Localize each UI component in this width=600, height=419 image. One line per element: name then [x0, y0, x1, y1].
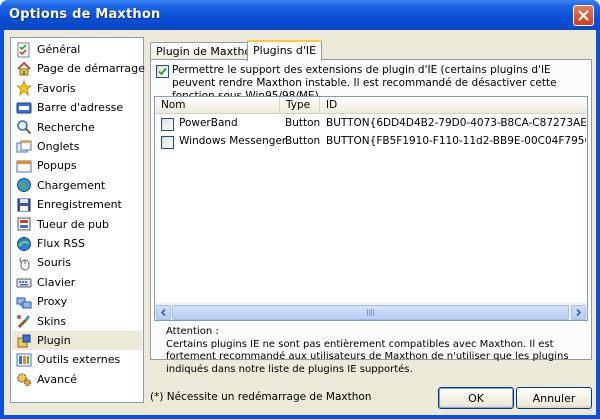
sidebar-item-tabs[interactable]: Onglets — [12, 137, 142, 156]
popup-icon — [16, 160, 32, 173]
sidebar-item-keyboard[interactable]: Clavier — [12, 273, 142, 292]
save-icon — [17, 198, 31, 212]
plugin-type: Button — [285, 135, 321, 147]
options-window: Options de Maxthon Général Page de démar… — [0, 0, 600, 419]
gears-icon — [17, 373, 32, 387]
sidebar-item-saving[interactable]: Enregistrement — [12, 195, 142, 214]
close-icon — [578, 10, 589, 21]
sidebar-item-label: Onglets — [37, 140, 80, 153]
plugin-type: Button — [285, 117, 321, 129]
rss-icon — [17, 236, 31, 251]
sidebar-item-favorites[interactable]: Favoris — [12, 79, 142, 98]
sidebar-item-advanced[interactable]: Avancé — [12, 370, 142, 389]
sidebar-item-plugin[interactable]: Plugin — [12, 331, 142, 350]
mouse-icon — [19, 257, 30, 271]
grip-icon — [366, 309, 375, 316]
column-header-name[interactable]: Nom — [155, 97, 280, 114]
list-header: Nom Type ID — [155, 97, 587, 114]
column-header-id[interactable]: ID — [320, 97, 587, 114]
sidebar-item-label: Skins — [37, 314, 67, 328]
arrow-left-icon — [160, 309, 166, 316]
plugin-id: BUTTON{FB5F1910-F110-11d2-BB9E-00C04F795… — [326, 135, 586, 147]
sidebar-item-label: Plugin — [37, 334, 71, 347]
close-button[interactable] — [573, 5, 594, 26]
sidebar-item-label: Avancé — [37, 372, 77, 386]
ie-plugin-support-checkbox[interactable] — [156, 65, 169, 78]
ie-plugin-list[interactable]: Nom Type ID PowerBand Button BUTTON{6DD4… — [154, 96, 588, 321]
checklist-icon — [17, 42, 30, 57]
scroll-thumb[interactable] — [172, 305, 569, 320]
title-bar[interactable]: Options de Maxthon — [0, 0, 600, 30]
sidebar-item-loading[interactable]: Chargement — [12, 176, 142, 195]
sidebar-item-label: Chargement — [37, 178, 106, 192]
sidebar-item-label: Enregistrement — [37, 198, 122, 212]
window-title: Options de Maxthon — [9, 7, 161, 22]
restart-footnote: (*) Nécessite un redémarrage de Maxthon — [150, 391, 372, 403]
sidebar-item-startup-page[interactable]: Page de démarrage — [12, 59, 145, 78]
home-icon — [17, 61, 31, 76]
sidebar-item-label: Général — [37, 43, 81, 56]
skins-icon — [17, 315, 30, 329]
sidebar-item-label: Proxy — [37, 295, 68, 309]
tools-icon — [16, 353, 32, 367]
sidebar-item-rss[interactable]: Flux RSS — [12, 234, 142, 253]
sidebar-item-label: Outils externes — [37, 353, 121, 367]
plugin-enable-checkbox[interactable] — [161, 118, 174, 131]
sidebar-item-external-tools[interactable]: Outils externes — [12, 350, 142, 369]
plugin-icon — [17, 334, 31, 347]
ie-plugins-panel: Permettre le support des extensions de p… — [150, 59, 592, 375]
tabs-icon — [16, 140, 32, 152]
scroll-left-button[interactable] — [156, 305, 171, 320]
globe-icon — [17, 178, 31, 193]
proxy-icon — [16, 297, 32, 309]
horizontal-scrollbar[interactable] — [155, 303, 587, 320]
tab-ie-plugins[interactable]: Plugins d'IE — [247, 40, 323, 61]
sidebar-item-label: Barre d'adresse — [37, 101, 124, 115]
sidebar-item-ad-hunter[interactable]: Tueur de pub — [12, 215, 142, 234]
ok-button[interactable]: OK — [438, 387, 514, 409]
sidebar-item-general[interactable]: Général — [12, 40, 142, 59]
sidebar-item-address-bar[interactable]: Barre d'adresse — [12, 98, 142, 117]
dialog-body: Général Page de démarrage Favoris Barre … — [4, 30, 596, 415]
sidebar-item-label: Clavier — [37, 275, 76, 289]
address-bar-icon — [16, 102, 32, 114]
sidebar-item-mouse[interactable]: Souris — [12, 253, 142, 272]
sidebar-item-skins[interactable]: Skins — [12, 312, 142, 331]
attention-heading: Attention : — [166, 326, 219, 337]
attention-body: Certains plugins IE ne sont pas entièrem… — [166, 338, 569, 375]
keyboard-icon — [16, 278, 32, 288]
cancel-button[interactable]: Annuler — [516, 387, 592, 409]
plugin-name: PowerBand — [179, 117, 238, 129]
arrow-right-icon — [576, 309, 582, 316]
plugin-enable-checkbox[interactable] — [161, 136, 174, 149]
sidebar-item-popups[interactable]: Popups — [12, 156, 142, 175]
sidebar-item-proxy[interactable]: Proxy — [12, 292, 142, 311]
attention-note: Attention : Certains plugins IE ne sont … — [166, 326, 586, 376]
sidebar-item-search[interactable]: Recherche — [12, 118, 142, 137]
plugin-name: Windows Messenger — [179, 135, 287, 147]
plugin-row[interactable]: Windows Messenger Button BUTTON{FB5F1910… — [155, 133, 587, 151]
sidebar-item-label: Flux RSS — [37, 237, 85, 250]
sidebar-item-label: Popups — [37, 159, 77, 173]
magnifier-icon — [17, 120, 32, 135]
checkmark-icon — [158, 67, 167, 76]
star-icon — [16, 80, 32, 97]
scroll-right-button[interactable] — [571, 305, 586, 320]
column-header-type[interactable]: Type — [280, 97, 320, 114]
category-list: Général Page de démarrage Favoris Barre … — [10, 37, 145, 403]
ad-blocker-icon — [17, 217, 31, 231]
plugin-id: BUTTON{6DD4D4B2-79D0-4073-B8CA-C87273AEC… — [326, 117, 586, 129]
sidebar-item-label: Favoris — [37, 81, 76, 95]
sidebar-item-label: Page de démarrage — [37, 62, 145, 76]
sidebar-item-label: Recherche — [37, 120, 95, 134]
plugin-row[interactable]: PowerBand Button BUTTON{6DD4D4B2-79D0-40… — [155, 115, 587, 133]
sidebar-item-label: Tueur de pub — [37, 217, 109, 231]
sidebar-item-label: Souris — [37, 256, 71, 270]
